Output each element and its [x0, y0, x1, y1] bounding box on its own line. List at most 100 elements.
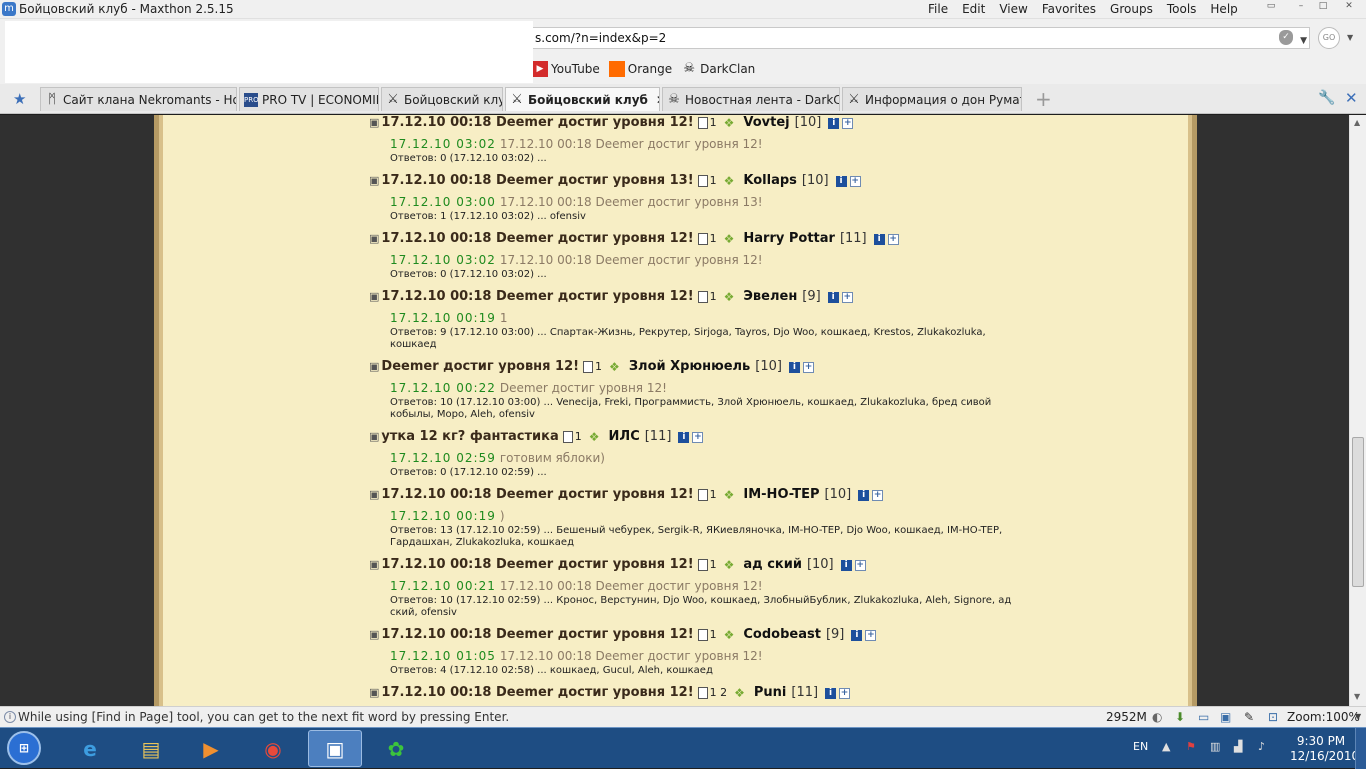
maxthon-taskbar-icon[interactable]: ▣: [308, 730, 362, 767]
folder-icon[interactable]: ▤: [124, 730, 178, 767]
wrench-icon[interactable]: 🔧: [1318, 90, 1335, 106]
topic-title[interactable]: 17.12.10 00:18 Deemer достиг уровня 12!: [381, 232, 693, 246]
menu-file[interactable]: File: [921, 1, 955, 17]
memory-usage[interactable]: 2952M: [1106, 710, 1147, 724]
author-info-icon[interactable]: i: [858, 489, 870, 501]
topic-author[interactable]: Эвелен: [743, 290, 797, 304]
tray-up-arrow-icon[interactable]: ▲: [1162, 740, 1170, 753]
clock[interactable]: 9:30 PM 12/16/2010: [1290, 734, 1359, 764]
add-contact-icon[interactable]: +: [887, 233, 899, 245]
bookmark-youtube[interactable]: ▶ YouTube: [532, 61, 600, 77]
security-shield-icon[interactable]: ✓: [1279, 30, 1293, 45]
add-contact-icon[interactable]: +: [854, 559, 866, 571]
topic-page-count[interactable]: 1: [698, 628, 717, 642]
language-indicator[interactable]: EN: [1133, 740, 1148, 753]
author-info-icon[interactable]: i: [788, 361, 800, 373]
author-info-icon[interactable]: i: [851, 629, 863, 641]
icq-flower-icon[interactable]: ✿: [369, 730, 423, 767]
topic-page-count[interactable]: 1: [698, 232, 717, 246]
last-post-text[interactable]: 17.12.10 00:18 Deemer достиг уровня 12!: [500, 253, 763, 267]
download-icon[interactable]: ⬇: [1175, 710, 1185, 724]
add-contact-icon[interactable]: +: [872, 489, 884, 501]
tab-don-rumata[interactable]: ⚔ Информация о дон Румата: [842, 87, 1022, 111]
topic-title[interactable]: 17.12.10 00:18 Deemer достиг уровня 12!: [381, 488, 693, 502]
screen-icon[interactable]: ▭: [1198, 710, 1209, 724]
author-info-icon[interactable]: i: [678, 431, 690, 443]
menu-edit[interactable]: Edit: [955, 1, 992, 17]
media-player-icon[interactable]: ▶: [184, 730, 238, 767]
topic-title[interactable]: 17.12.10 00:18 Deemer достиг уровня 12!: [381, 558, 693, 572]
tab-protv[interactable]: PRO PRO TV | ECONOMIE: [239, 87, 379, 111]
topic-page-count[interactable]: 1: [563, 430, 582, 444]
bookmark-orange[interactable]: Orange: [608, 61, 672, 77]
add-contact-icon[interactable]: +: [692, 431, 704, 443]
zoom-chevron-down-icon[interactable]: ▼: [1355, 712, 1361, 721]
tab-darkclan-news[interactable]: ☠ Новостная лента - DarkClan: [662, 87, 840, 111]
scroll-up-icon[interactable]: ▲: [1354, 118, 1360, 127]
bookmark-darkclan[interactable]: ☠ DarkClan: [681, 61, 755, 77]
maximize-icon[interactable]: □: [1312, 0, 1334, 12]
minimize-icon[interactable]: –: [1290, 0, 1312, 12]
topic-page-count[interactable]: 1: [698, 558, 717, 572]
topic-page-count[interactable]: 1: [698, 174, 717, 188]
topic-title[interactable]: 17.12.10 00:18 Deemer достиг уровня 12!: [381, 116, 693, 130]
menu-favorites[interactable]: Favorites: [1035, 1, 1103, 17]
topic-author[interactable]: Vovtej: [743, 116, 789, 130]
last-post-text[interactable]: Deemer достиг уровня 12!: [500, 381, 667, 395]
new-tab-plus-icon[interactable]: +: [1035, 87, 1052, 111]
restore-icon[interactable]: ▭: [1260, 0, 1282, 12]
tab-fightclub-active[interactable]: ⚔ Бойцовский клуб ✕: [505, 87, 660, 111]
show-desktop-button[interactable]: [1355, 728, 1366, 769]
chrome-icon[interactable]: ◉: [246, 730, 300, 767]
topic-author[interactable]: ИЛС: [609, 430, 640, 444]
scroll-thumb[interactable]: [1352, 437, 1364, 587]
go-button[interactable]: GO: [1318, 27, 1340, 49]
topic-page-count[interactable]: 1 2: [698, 686, 728, 700]
author-info-icon[interactable]: i: [828, 117, 840, 129]
topic-author[interactable]: IM-HO-TEP: [743, 488, 819, 502]
menu-tools[interactable]: Tools: [1160, 1, 1204, 17]
zoom-level[interactable]: Zoom:100%: [1287, 710, 1360, 724]
author-info-icon[interactable]: i: [873, 233, 885, 245]
menu-help[interactable]: Help: [1203, 1, 1244, 17]
chevron-down-icon[interactable]: ▼: [1300, 31, 1307, 51]
last-post-text[interactable]: готовим яблоки): [500, 451, 605, 465]
leaf-icon[interactable]: ◐: [1152, 710, 1162, 724]
pen-icon[interactable]: ✎: [1244, 710, 1254, 724]
add-contact-icon[interactable]: +: [865, 629, 877, 641]
network-flag-icon[interactable]: ⚑: [1186, 740, 1196, 753]
volume-icon[interactable]: ♪: [1258, 740, 1265, 753]
scroll-down-icon[interactable]: ▼: [1354, 692, 1360, 701]
last-post-text[interactable]: 1: [500, 311, 508, 325]
topic-page-count[interactable]: 1: [698, 290, 717, 304]
topic-author[interactable]: ад ский: [743, 558, 802, 572]
add-contact-icon[interactable]: +: [802, 361, 814, 373]
add-contact-icon[interactable]: +: [849, 175, 861, 187]
vertical-scrollbar[interactable]: ▲ ▼: [1349, 115, 1366, 706]
picture-icon[interactable]: ▣: [1220, 710, 1231, 724]
tab-close-icon[interactable]: ✕: [656, 93, 659, 107]
topic-title[interactable]: 17.12.10 00:18 Deemer достиг уровня 12!: [381, 686, 693, 700]
topic-page-count[interactable]: 1: [583, 360, 602, 374]
add-contact-icon[interactable]: +: [841, 291, 853, 303]
start-button[interactable]: ⊞: [2, 728, 46, 768]
close-tab-icon[interactable]: ✕: [1345, 89, 1358, 107]
topic-title[interactable]: 17.12.10 00:18 Deemer достиг уровня 13!: [381, 174, 693, 188]
zoom-icon[interactable]: ⊡: [1268, 710, 1278, 724]
tab-nekromants[interactable]: ᛗ Сайт клана Nekromants - Ho...: [40, 87, 237, 111]
topic-title[interactable]: 17.12.10 00:18 Deemer достиг уровня 12!: [381, 628, 693, 642]
author-info-icon[interactable]: i: [825, 687, 837, 699]
signal-icon[interactable]: ▟: [1234, 740, 1242, 753]
topic-author[interactable]: Codobeast: [743, 628, 821, 642]
last-post-text[interactable]: 17.12.10 00:18 Deemer достиг уровня 12!: [500, 649, 763, 663]
add-contact-icon[interactable]: +: [839, 687, 851, 699]
author-info-icon[interactable]: i: [840, 559, 852, 571]
last-post-text[interactable]: 17.12.10 00:18 Deemer достиг уровня 12!: [500, 137, 763, 151]
internet-explorer-icon[interactable]: e: [63, 730, 117, 767]
last-post-text[interactable]: ): [500, 509, 505, 523]
tab-fightclub-1[interactable]: ⚔ Бойцовский клуб: [381, 87, 503, 111]
address-input[interactable]: s.com/?n=index&p=2 ✓ ▼: [532, 27, 1310, 49]
author-info-icon[interactable]: i: [827, 291, 839, 303]
topic-author[interactable]: Harry Pottar: [743, 232, 835, 246]
topic-title[interactable]: утка 12 кг? фантастика: [381, 430, 558, 444]
